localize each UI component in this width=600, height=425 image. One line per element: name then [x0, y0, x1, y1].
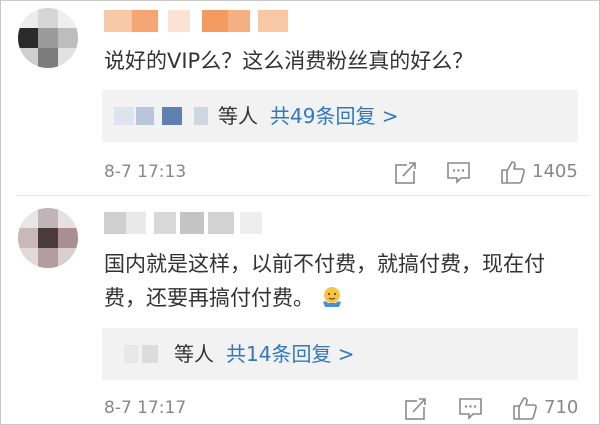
comment-icon[interactable] [458, 395, 484, 421]
comment-icon[interactable] [446, 159, 472, 185]
comment-time: 8-7 17:13 [104, 162, 187, 182]
view-replies-link[interactable]: 共49条回复 > [270, 104, 399, 128]
view-replies-link[interactable]: 共14条回复 > [226, 342, 355, 366]
shrug-emoji [320, 285, 344, 309]
comment-item: 说好的VIP么？这么消费粉丝真的好么？ 等人 共49条回复 > 8-7 17:13… [0, 0, 600, 195]
replies-box[interactable]: 等人 共49条回复 > [102, 90, 578, 142]
like-button[interactable]: 1405 [500, 159, 578, 185]
username-blurred[interactable] [104, 212, 274, 234]
thumbs-up-icon [501, 161, 525, 184]
reply-users-label: 等人 [174, 342, 214, 366]
comment-text: 国内就是这样，以前不付费，就搞付费，现在付费，还要再搞付付费。 [104, 247, 580, 315]
thumbs-up-icon [513, 397, 537, 420]
like-count: 710 [544, 397, 579, 418]
share-icon[interactable] [394, 159, 418, 185]
comment-item: 国内就是这样，以前不付费，就搞付费，现在付费，还要再搞付付费。 等人 共14条回复… [0, 196, 600, 425]
share-icon[interactable] [404, 395, 428, 421]
comment-footer: 8-7 17:17 710 [104, 395, 582, 421]
like-count: 1405 [532, 161, 578, 182]
like-button[interactable]: 710 [512, 395, 578, 421]
avatar[interactable] [18, 8, 78, 68]
comment-time: 8-7 17:17 [104, 398, 187, 418]
username-blurred[interactable] [104, 10, 294, 32]
reply-users-label: 等人 [218, 104, 258, 128]
comment-footer: 8-7 17:13 1405 [104, 159, 582, 185]
avatar[interactable] [18, 208, 78, 268]
comment-text-content: 说好的VIP么？这么消费粉丝真的好么？ [104, 49, 474, 73]
comment-text: 说好的VIP么？这么消费粉丝真的好么？ [104, 44, 580, 78]
replies-box[interactable]: 等人 共14条回复 > [102, 328, 578, 380]
